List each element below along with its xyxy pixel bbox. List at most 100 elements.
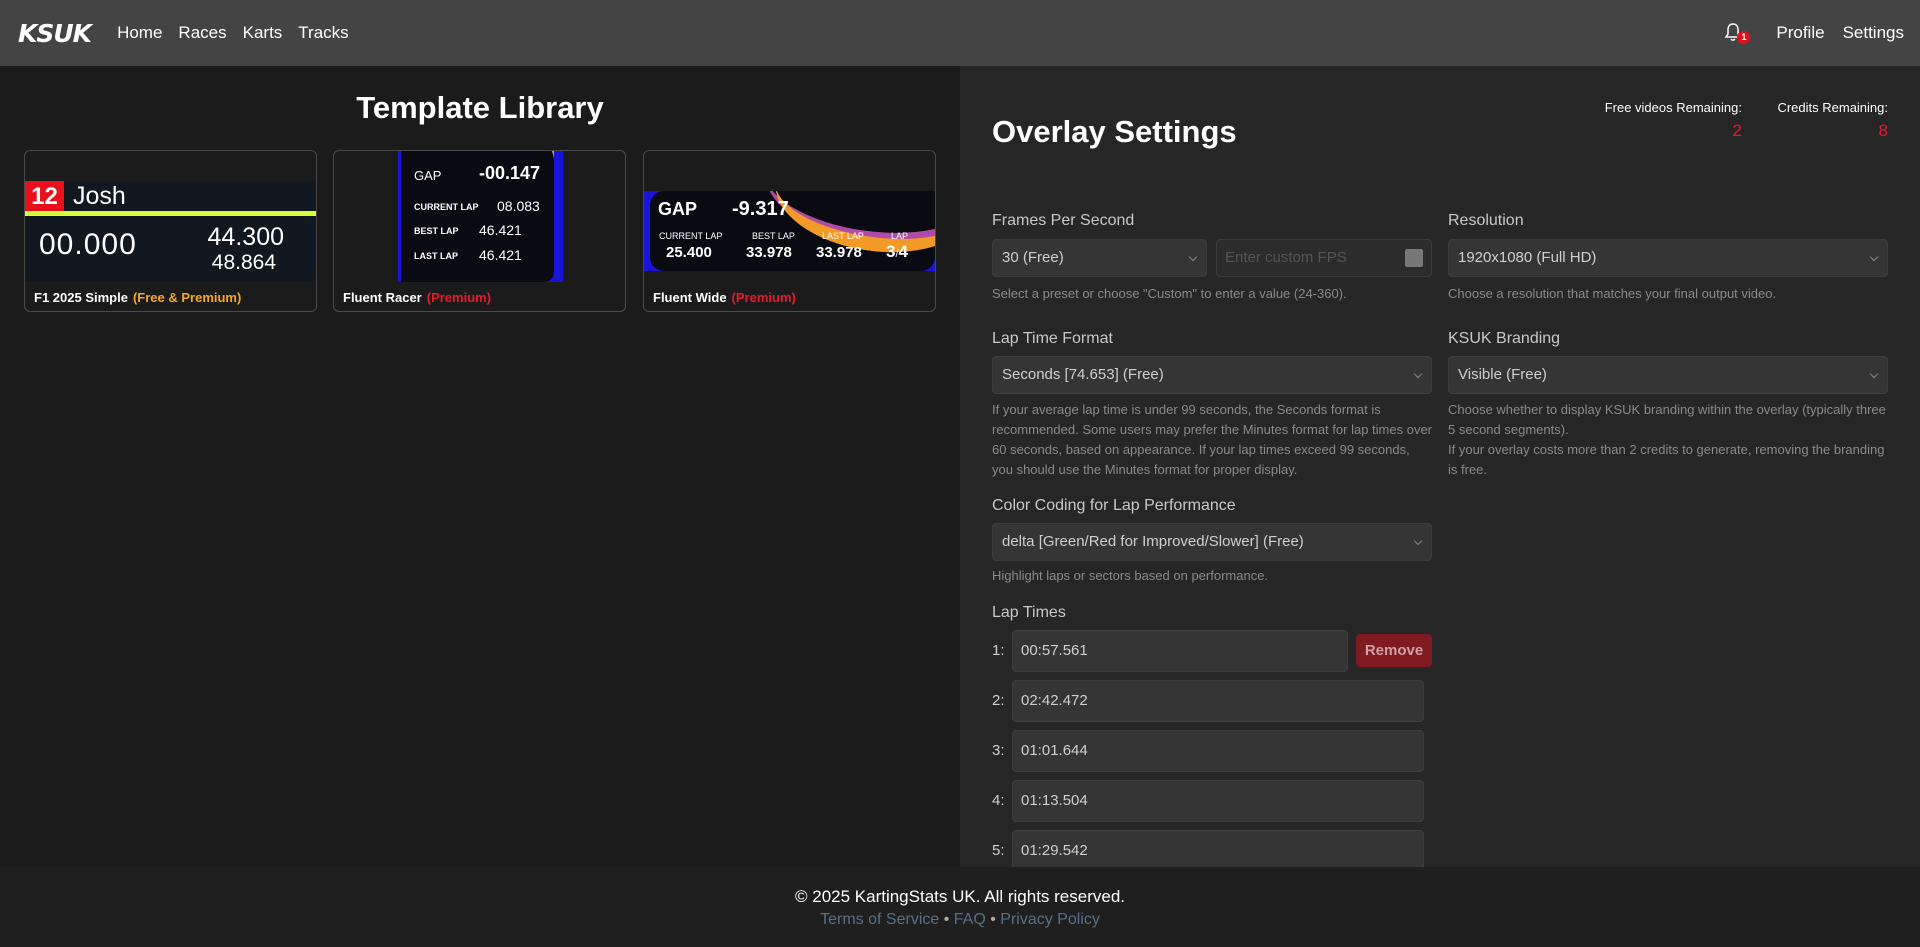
template-label: F1 2025 Simple (Free & Premium) [34,290,241,305]
branding-help: Choose whether to display KSUK branding … [1448,402,1886,437]
lap-number: 3: [992,742,1005,759]
nav-link-home[interactable]: Home [117,23,162,43]
credits-value: 8 [1878,121,1888,140]
template-name: F1 2025 Simple [34,290,128,305]
fps-color-swatch[interactable] [1405,249,1423,267]
footer-links: Terms of Service • FAQ • Privacy Policy [0,911,1920,929]
last-lap-value: 33.978 [816,244,862,261]
branding-select[interactable]: Visible (Free) [1448,356,1888,394]
fps-help: Select a preset or choose "Custom" to en… [992,286,1347,301]
lap-number: 1: [992,642,1005,659]
template-library-title: Template Library [356,90,604,125]
preview-panel: GAP -00.147 CURRENT LAP 08.083 BEST LAP … [401,151,554,282]
gap-value: -00.147 [479,163,541,183]
nav-link-settings[interactable]: Settings [1843,23,1904,43]
gap-label: GAP [658,199,698,219]
top-navbar: KSUK Home Races Karts Tracks 1 Profile S… [0,0,1920,66]
accent-line [25,211,316,216]
lap-time-value: 02:42.472 [1021,692,1088,709]
best-lap-value: 46.421 [479,222,522,238]
lap-label: LAP [891,231,909,241]
lap-format-select[interactable]: Seconds [74.653] (Free) [992,356,1432,394]
terms-link[interactable]: Terms of Service [820,911,939,928]
lap-times-label: Lap Times [992,604,1066,621]
lap-time-value: 01:29.542 [1021,842,1088,859]
chevron-down-icon [1413,369,1423,379]
fps-label: Frames Per Second [992,212,1135,229]
gap-value: -9.317 [732,198,789,220]
template-label: Fluent Racer (Premium) [343,290,491,305]
best-lap-value: 33.978 [746,244,792,261]
free-videos-label: Free videos Remaining: [1604,100,1742,115]
credits-label: Credits Remaining: [1777,100,1888,115]
resolution-help: Choose a resolution that matches your fi… [1448,286,1777,301]
chevron-down-icon [1869,369,1879,379]
current-lap-label: CURRENT LAP [659,231,723,241]
lap-time-value: 01:13.504 [1021,792,1088,809]
lap-time-input[interactable]: 01:29.542 [1012,830,1424,867]
template-tier: (Premium) [426,290,492,305]
chevron-down-icon [1413,536,1423,546]
branding-help-credits: If your overlay costs more than 2 credit… [1448,442,1885,477]
fps-select[interactable]: 30 (Free) [992,239,1207,277]
remove-lap-button[interactable]: Remove [1356,634,1432,667]
template-card-fluent-wide[interactable]: GAP -9.317 CURRENT LAP 25.400 BEST LAP 3… [643,150,936,312]
color-coding-select[interactable]: delta [Green/Red for Improved/Slower] (F… [992,523,1432,561]
lap-time-value: 00:57.561 [1021,642,1088,659]
lap-time-input[interactable]: 01:13.504 [1012,780,1424,822]
template-library-panel: Template Library 12 Josh 00.000 44.300 4… [0,66,960,867]
notifications-button[interactable]: 1 [1724,22,1751,44]
template-card-fluent-racer[interactable]: GAP -00.147 CURRENT LAP 08.083 BEST LAP … [333,150,626,312]
brand-logo[interactable]: KSUK [18,19,92,48]
lap-format-label: Lap Time Format [992,330,1113,347]
current-lap-label: CURRENT LAP [414,202,479,212]
privacy-link[interactable]: Privacy Policy [1000,911,1100,928]
template-tier: (Free & Premium) [132,290,242,305]
template-card-f1-2025-simple[interactable]: 12 Josh 00.000 44.300 48.864 F1 2025 Sim… [24,150,317,312]
color-coding-label: Color Coding for Lap Performance [992,497,1236,514]
fps-select-value: 30 (Free) [1002,249,1064,266]
gap-label: GAP [414,168,442,183]
notification-badge: 1 [1737,31,1751,44]
last-lap-label: LAST LAP [414,251,458,261]
overlay-settings-panel: Overlay Settings Free videos Remaining: … [960,66,1920,867]
template-name: Fluent Wide [653,290,727,305]
nav-link-karts[interactable]: Karts [243,23,283,43]
custom-fps-input[interactable]: Enter custom FPS [1216,239,1432,277]
nav-link-profile[interactable]: Profile [1776,23,1824,43]
free-videos-value: 2 [1732,121,1742,140]
nav-link-races[interactable]: Races [178,23,226,43]
lap-time-input[interactable]: 00:57.561 [1012,630,1348,672]
footer-separator: • [939,911,954,928]
lap-format-help: If your average lap time is under 99 sec… [992,402,1433,477]
template-preview: 12 Josh 00.000 44.300 48.864 [25,181,316,281]
template-preview: GAP -00.147 CURRENT LAP 08.083 BEST LAP … [398,151,563,282]
color-coding-select-value: delta [Green/Red for Improved/Slower] (F… [1002,533,1304,550]
template-label: Fluent Wide (Premium) [653,290,796,305]
lap-time-input[interactable]: 01:01.644 [1012,730,1424,772]
lap-number: 5: [992,842,1005,859]
template-name: Fluent Racer [343,290,422,305]
footer-separator: • [985,911,1001,928]
best-lap-label: BEST LAP [414,226,459,236]
current-lap-value: 25.400 [666,244,712,261]
current-lap-value: 08.083 [497,198,540,214]
lap-time-input[interactable]: 02:42.472 [1012,680,1424,722]
faq-link[interactable]: FAQ [954,911,986,928]
driver-number: 12 [25,181,64,213]
branding-label: KSUK Branding [1448,330,1561,347]
nav-link-tracks[interactable]: Tracks [298,23,348,43]
lap-format-select-value: Seconds [74.653] (Free) [1002,366,1164,383]
lap-counter: 3/4 [886,242,908,262]
overlay-settings-title: Overlay Settings [992,114,1237,149]
main-nav: Home Races Karts Tracks [101,23,349,43]
lap-time-value: 01:01.644 [1021,742,1088,759]
preview-panel: GAP -9.317 CURRENT LAP 25.400 BEST LAP 3… [650,191,935,271]
lap-number: 4: [992,792,1005,809]
last-lap-value: 46.421 [479,247,522,263]
lap-number: 2: [992,692,1005,709]
custom-fps-placeholder: Enter custom FPS [1225,249,1347,266]
last-lap-label: LAST LAP [822,231,864,241]
resolution-select[interactable]: 1920x1080 (Full HD) [1448,239,1888,277]
lap-total: 4 [898,242,908,261]
